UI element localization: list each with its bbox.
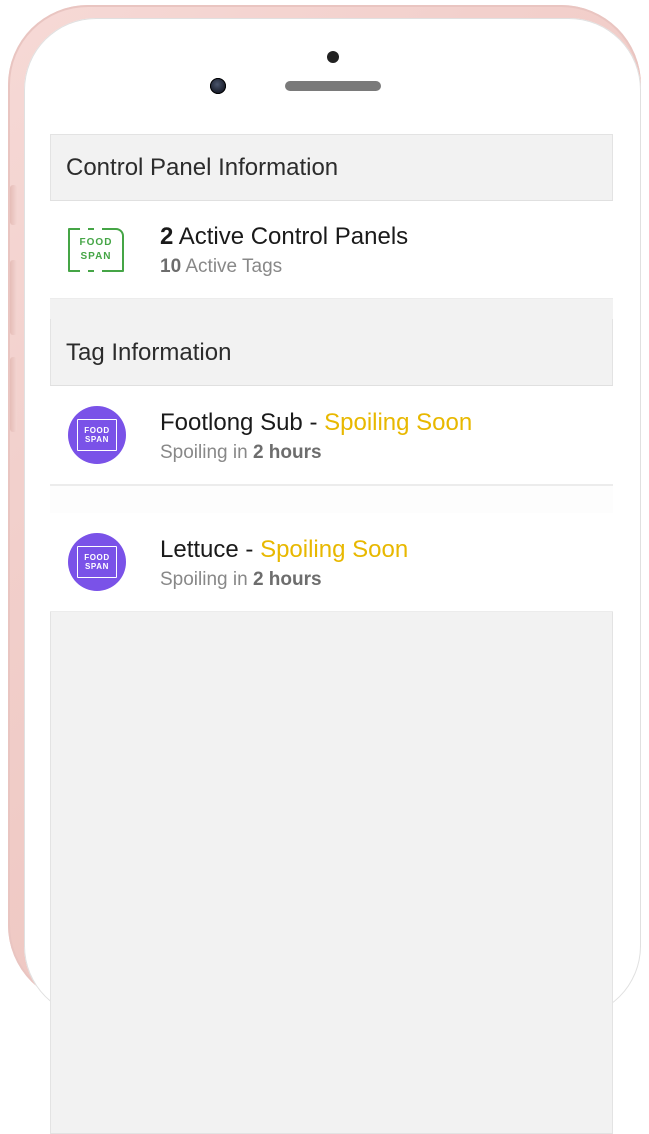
tag-subtitle: Spoiling in 2 hours bbox=[160, 569, 595, 591]
tag-title: Footlong Sub - Spoiling Soon bbox=[160, 407, 595, 438]
phone-side-button bbox=[10, 357, 17, 432]
logo-text: FOOD bbox=[84, 426, 110, 435]
phone-frame-inner: Control Panel Information FOOD SPAN 2 Ac… bbox=[24, 18, 641, 1018]
app-logo-green: FOOD SPAN bbox=[68, 228, 132, 272]
phone-side-button bbox=[10, 185, 17, 225]
section-header-tag-info: Tag Information bbox=[50, 319, 613, 386]
logo-text: SPAN bbox=[85, 435, 109, 444]
tag-title: Lettuce - Spoiling Soon bbox=[160, 534, 595, 565]
tag-icon: FOOD SPAN bbox=[68, 406, 132, 464]
app-screen: Control Panel Information FOOD SPAN 2 Ac… bbox=[50, 134, 613, 1134]
tag-row[interactable]: FOOD SPAN Lettuce - Spoiling Soon Spoili… bbox=[50, 513, 613, 612]
tag-subtitle: Spoiling in 2 hours bbox=[160, 442, 595, 464]
phone-side-button bbox=[10, 260, 17, 335]
row-gap bbox=[50, 485, 613, 513]
section-header-control-panel: Control Panel Information bbox=[50, 134, 613, 201]
phone-top-hardware bbox=[24, 18, 641, 113]
logo-text: FOOD bbox=[70, 238, 122, 248]
active-control-panels-label: 2 Active Control Panels bbox=[160, 221, 595, 252]
phone-camera-icon bbox=[210, 78, 226, 94]
phone-frame-outer: Control Panel Information FOOD SPAN 2 Ac… bbox=[8, 5, 641, 1005]
logo-text: SPAN bbox=[70, 252, 122, 262]
logo-text: SPAN bbox=[85, 562, 109, 571]
tag-row[interactable]: FOOD SPAN Footlong Sub - Spoiling Soon S… bbox=[50, 386, 613, 485]
logo-text: FOOD bbox=[84, 553, 110, 562]
control-panel-summary-row[interactable]: FOOD SPAN 2 Active Control Panels 10 Act… bbox=[50, 201, 613, 299]
section-gap bbox=[50, 299, 613, 319]
phone-sensor-icon bbox=[327, 51, 339, 63]
phone-speaker-icon bbox=[285, 81, 381, 91]
tag-icon: FOOD SPAN bbox=[68, 533, 132, 591]
active-tags-label: 10 Active Tags bbox=[160, 256, 595, 278]
